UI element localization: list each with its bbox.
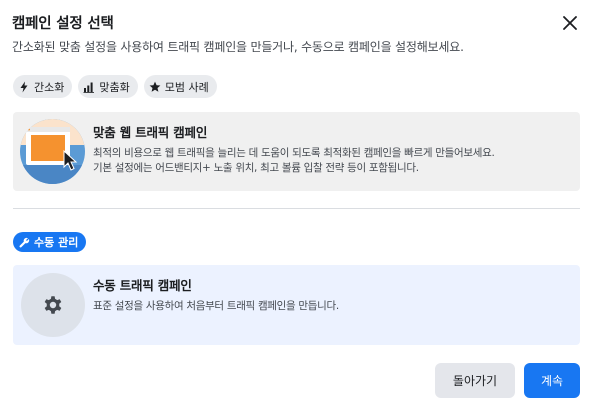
manual-badge-label: 수동 관리 — [34, 236, 79, 249]
chip-customized: 맞춤화 — [78, 75, 138, 98]
chip-label: 맞춤화 — [99, 80, 130, 94]
manual-card-title: 수동 트래픽 캠페인 — [93, 278, 192, 293]
dialog-title: 캠페인 설정 선택 — [12, 16, 114, 32]
smart-card-title: 맞춤 웹 트래픽 캠페인 — [93, 125, 208, 140]
continue-button[interactable]: 계속 — [524, 363, 580, 398]
manual-card-text: 수동 트래픽 캠페인 표준 설정을 사용하여 처음부터 트래픽 캠페인을 만듭니… — [93, 275, 570, 314]
dialog-header: 캠페인 설정 선택 간소화된 맞춤 설정을 사용하여 트래픽 캠페인을 만들거나… — [12, 12, 580, 55]
campaign-illustration — [20, 119, 85, 184]
dialog-footer: 돌아가기 계속 — [435, 363, 580, 398]
lightning-icon — [20, 81, 28, 92]
chip-label: 모범 사례 — [164, 80, 209, 94]
manual-campaign-card[interactable]: 수동 트래픽 캠페인 표준 설정을 사용하여 처음부터 트래픽 캠페인을 만듭니… — [13, 265, 580, 345]
manual-badge: 수동 관리 — [13, 232, 87, 252]
wrench-icon — [19, 237, 30, 248]
manual-card-icon-circle — [21, 273, 85, 337]
star-icon — [149, 81, 161, 92]
smart-card-text: 맞춤 웹 트래픽 캠페인 최적의 비용으로 웹 트래픽을 늘리는 데 도움이 되… — [93, 122, 570, 176]
close-icon — [563, 16, 577, 30]
back-button[interactable]: 돌아가기 — [435, 363, 515, 398]
smart-card-desc-line1: 최적의 비용으로 웹 트래픽을 늘리는 데 도움이 되도록 최적화된 캠페인을 … — [93, 147, 495, 159]
section-divider — [13, 208, 580, 209]
dialog-subtitle: 간소화된 맞춤 설정을 사용하여 트래픽 캠페인을 만들거나, 수동으로 캠페인… — [12, 40, 464, 54]
gear-icon — [44, 296, 62, 314]
chip-simplified: 간소화 — [13, 75, 73, 98]
smart-card-description: 최적의 비용으로 웹 트래픽을 늘리는 데 도움이 되도록 최적화된 캠페인을 … — [93, 146, 570, 176]
bar-chart-icon — [83, 82, 95, 93]
smart-card-desc-line2: 기본 설정에는 어드밴티지+ 노출 위치, 최고 볼륨 입찰 전략 등이 포함됩… — [93, 162, 419, 174]
chip-best-practice: 모범 사례 — [143, 75, 217, 98]
manual-card-description: 표준 설정을 사용하여 처음부터 트래픽 캠페인을 만듭니다. — [93, 300, 339, 312]
feature-chips: 간소화 맞춤화 모범 사례 — [13, 75, 217, 98]
smart-campaign-card[interactable]: 맞춤 웹 트래픽 캠페인 최적의 비용으로 웹 트래픽을 늘리는 데 도움이 되… — [13, 112, 580, 191]
chip-label: 간소화 — [34, 80, 65, 94]
close-button[interactable] — [560, 13, 580, 33]
